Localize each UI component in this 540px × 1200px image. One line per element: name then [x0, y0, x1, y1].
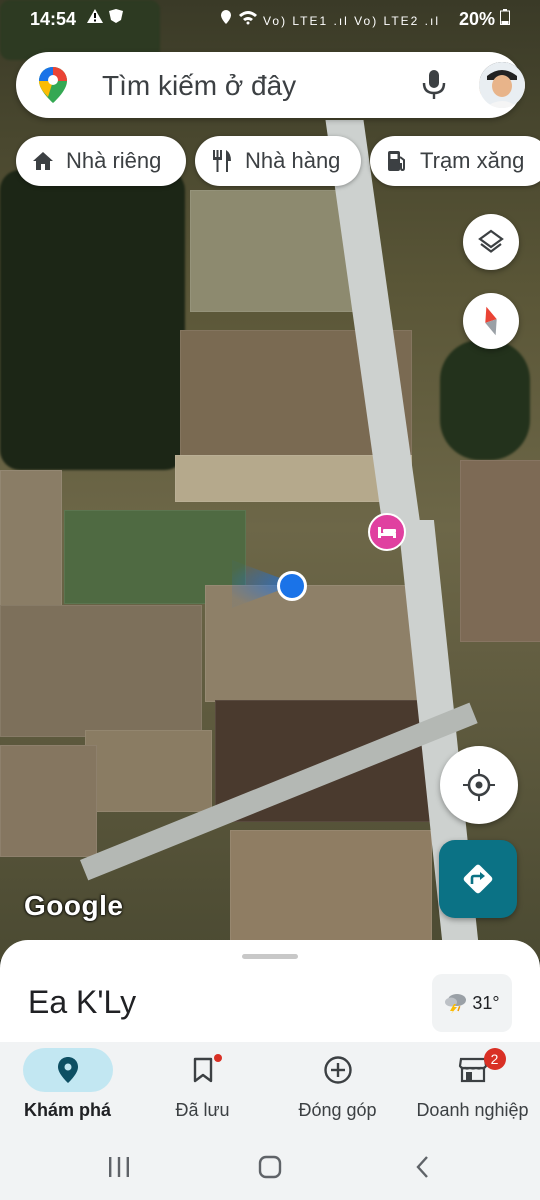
- map-tree-area: [440, 340, 530, 460]
- chip-home-label: Nhà riêng: [66, 148, 162, 173]
- map-field: [460, 460, 540, 642]
- system-navigation-bar: [0, 1134, 540, 1200]
- nav-explore-indicator: [22, 1048, 113, 1092]
- nav-saved[interactable]: Đã lưu: [135, 1042, 270, 1134]
- chip-restaurant[interactable]: Nhà hàng: [195, 136, 361, 186]
- map-tree-area: [0, 170, 185, 470]
- nav-business[interactable]: 2 Doanh nghiệp: [405, 1042, 540, 1134]
- weather-temp: 31°: [472, 992, 500, 1013]
- hotel-pin-icon[interactable]: [368, 513, 406, 551]
- nav-saved-label: Đã lưu: [175, 1100, 230, 1120]
- nav-contribute-label: Đóng góp: [298, 1100, 377, 1120]
- bottom-navigation: Khám phá Đã lưu Đóng góp 2 Doanh nghiệp: [0, 1042, 540, 1134]
- layers-button[interactable]: [463, 214, 519, 270]
- location-status-icon: [221, 10, 232, 24]
- back-chevron-icon: [416, 1156, 428, 1178]
- chip-gas-station[interactable]: Trạm xăng: [370, 136, 540, 186]
- directions-button[interactable]: [439, 840, 517, 918]
- add-circle-icon: [323, 1056, 352, 1084]
- search-input[interactable]: Tìm kiếm ở đây: [102, 70, 296, 102]
- sheet-drag-handle[interactable]: [242, 954, 298, 959]
- nav-business-label: Doanh nghiệp: [416, 1100, 529, 1120]
- nav-contribute[interactable]: Đóng góp: [270, 1042, 405, 1134]
- nav-explore-label: Khám phá: [23, 1100, 111, 1120]
- nav-contribute-icon-wrap: [293, 1048, 383, 1092]
- shield-icon: [109, 9, 124, 23]
- home-square-icon: [258, 1155, 282, 1179]
- weather-chip[interactable]: 31°: [432, 974, 512, 1032]
- google-attribution: Google: [24, 890, 124, 921]
- compass-icon: [485, 306, 497, 336]
- chip-home[interactable]: Nhà riêng: [16, 136, 186, 186]
- google-maps-logo-icon: [39, 67, 67, 103]
- place-name: Ea K'Ly: [28, 984, 137, 1020]
- notification-icons: [86, 8, 124, 29]
- profile-photo-icon: [479, 62, 525, 108]
- chip-restaurant-label: Nhà hàng: [245, 148, 341, 173]
- battery-icon: [500, 9, 510, 25]
- my-location-button[interactable]: [440, 746, 518, 824]
- compass-button[interactable]: [463, 293, 519, 349]
- wifi-icon: [238, 11, 257, 25]
- recent-apps-icon: [109, 1157, 129, 1177]
- bookmark-icon: [193, 1057, 212, 1083]
- recent-apps-button[interactable]: [104, 1152, 134, 1182]
- map-field: [230, 830, 432, 942]
- alert-icon: [87, 9, 103, 23]
- my-location-dot: [277, 571, 307, 601]
- home-button[interactable]: [254, 1152, 286, 1182]
- map-field: [0, 470, 62, 612]
- nav-saved-icon-wrap: [158, 1048, 248, 1092]
- account-avatar[interactable]: [479, 62, 525, 108]
- search-bar[interactable]: Tìm kiếm ở đây: [16, 52, 525, 118]
- bottom-sheet[interactable]: Ea K'Ly 31°: [0, 940, 540, 1050]
- battery-status: 20%: [459, 9, 510, 30]
- gas-station-icon: [384, 148, 410, 174]
- status-time: 14:54: [30, 9, 77, 29]
- battery-percent: 20%: [458, 9, 495, 29]
- chip-gas-station-label: Trạm xăng: [420, 148, 525, 173]
- status-bar: 14:54 Vo) LTE1 .ıl Vo) LTE2 .ıl 20%: [0, 0, 540, 40]
- map-field: [0, 745, 97, 857]
- nav-explore[interactable]: Khám phá: [0, 1042, 135, 1134]
- microphone-icon[interactable]: [420, 68, 448, 102]
- signal-text: Vo) LTE1 .ıl Vo) LTE2 .ıl: [263, 14, 440, 28]
- explore-pin-icon: [57, 1057, 78, 1083]
- saved-dot-badge: [213, 1054, 222, 1062]
- back-button[interactable]: [408, 1152, 438, 1182]
- crosshair-icon: [463, 769, 495, 801]
- map-field: [85, 730, 212, 812]
- map-field: [0, 605, 202, 737]
- map-field: [190, 190, 362, 312]
- layers-icon: [478, 229, 504, 253]
- restaurant-icon: [209, 148, 235, 174]
- home-icon: [30, 148, 56, 174]
- thunderstorm-icon: [445, 994, 467, 1014]
- signal-icons: Vo) LTE1 .ıl Vo) LTE2 .ıl: [220, 9, 440, 28]
- business-count-badge: 2: [483, 1048, 506, 1070]
- directions-icon: [463, 864, 493, 894]
- nav-business-icon-wrap: 2: [428, 1048, 518, 1092]
